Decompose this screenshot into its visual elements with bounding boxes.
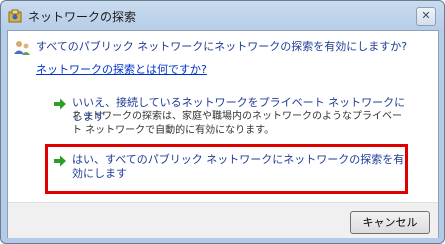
- option-yes-public[interactable]: はい、すべてのパブリック ネットワークにネットワークの探索を有効にします: [53, 153, 406, 191]
- title-bar[interactable]: ネットワークの探索 ✕: [1, 1, 444, 31]
- green-arrow-icon: [54, 155, 66, 167]
- close-button[interactable]: ✕: [416, 7, 436, 26]
- option-description: ネットワークの探索は、家庭や職場内のネットワークのようなプライベート ネットワー…: [72, 111, 402, 136]
- green-arrow-icon: [54, 98, 66, 110]
- dialog-content: すべてのパブリック ネットワークにネットワークの探索を有効にしますか? ネットワ…: [7, 30, 439, 238]
- question-text: すべてのパブリック ネットワークにネットワークの探索を有効にしますか?: [36, 40, 408, 53]
- users-network-icon: [14, 41, 30, 55]
- dialog-window: ネットワークの探索 ✕ すべてのパブリック ネットワークにネットワークの探索を有…: [0, 0, 445, 244]
- option-no-private[interactable]: いいえ、接続しているネットワークをプライベート ネットワークにします ネットワー…: [53, 96, 406, 147]
- help-link[interactable]: ネットワークの探索とは何ですか?: [36, 61, 207, 77]
- option-title: はい、すべてのパブリック ネットワークにネットワークの探索を有効にします: [72, 153, 405, 180]
- dialog-footer: キャンセル: [8, 202, 438, 238]
- window-title: ネットワークの探索: [28, 10, 137, 24]
- network-discovery-icon: [8, 9, 22, 23]
- cancel-button[interactable]: キャンセル: [350, 211, 430, 234]
